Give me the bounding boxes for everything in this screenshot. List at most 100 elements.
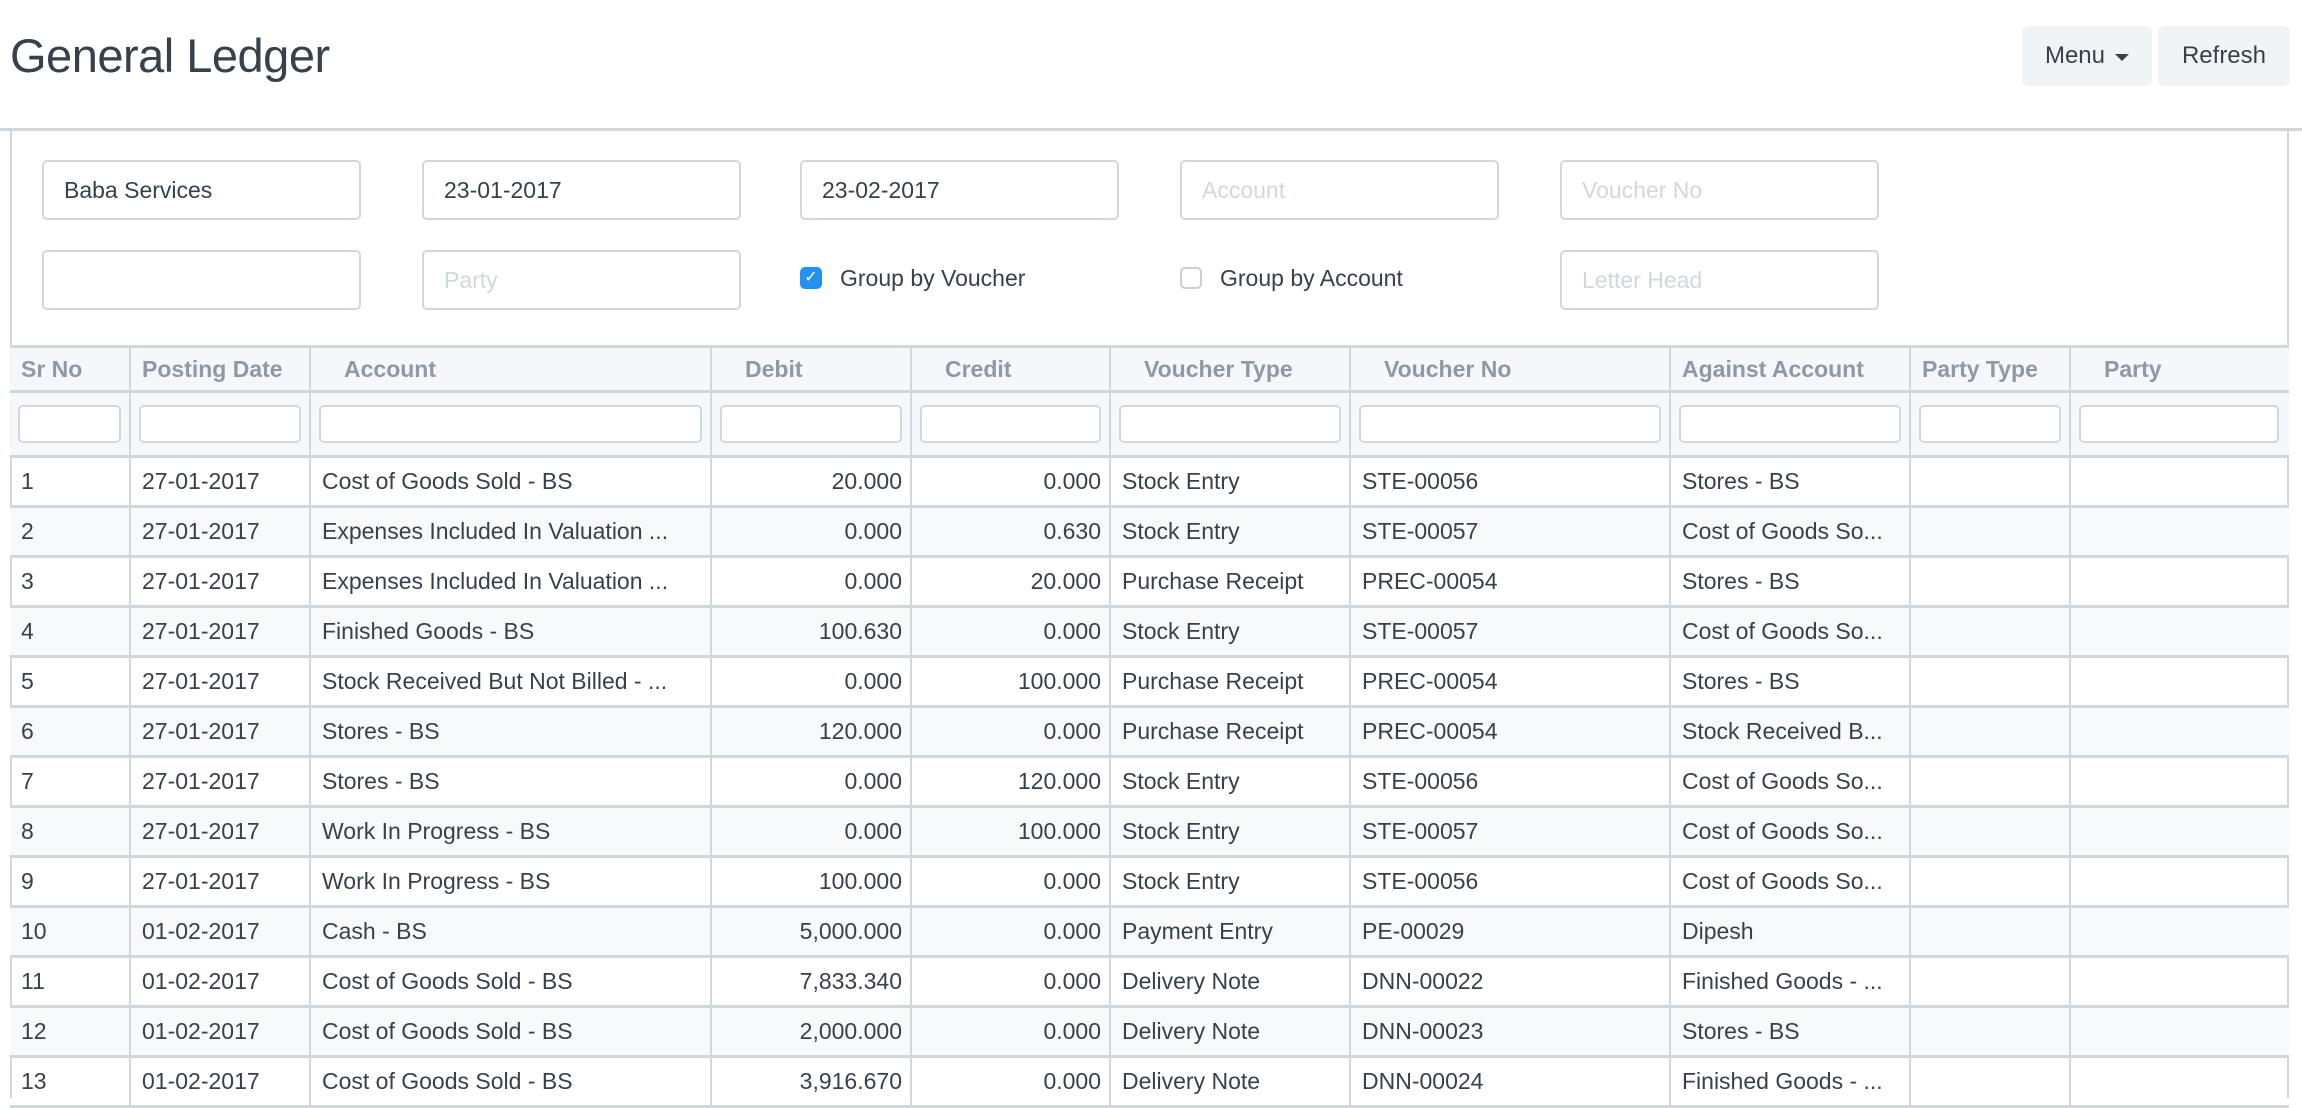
account-cell[interactable]: Stores - BS xyxy=(311,758,712,805)
against-account-cell: Stores - BS xyxy=(1671,1008,1911,1055)
party-field[interactable] xyxy=(422,250,741,310)
voucher-no-cell[interactable]: STE-00057 xyxy=(1351,808,1671,855)
voucher-type-filter-input[interactable] xyxy=(1119,405,1341,443)
credit-filter-input[interactable] xyxy=(920,405,1101,443)
group-by-account-checkbox[interactable]: Group by Account xyxy=(1180,258,1403,298)
posting-date-cell: 27-01-2017 xyxy=(131,608,311,655)
caret-down-icon xyxy=(2115,54,2130,61)
credit-cell: 100.000 xyxy=(912,658,1111,705)
table-row[interactable]: 7 27-01-2017 Stores - BS 0.000 120.000 S… xyxy=(10,758,2289,808)
account-cell[interactable]: Cost of Goods Sold - BS xyxy=(311,458,712,505)
sr-no-filter-input[interactable] xyxy=(18,405,121,443)
column-header-debit[interactable]: Debit xyxy=(712,348,912,390)
account-cell[interactable]: Finished Goods - BS xyxy=(311,608,712,655)
page-header: General Ledger Menu Refresh xyxy=(0,0,2302,131)
column-header-voucher-type[interactable]: Voucher Type xyxy=(1111,348,1351,390)
account-filter-input[interactable] xyxy=(319,405,702,443)
table-row[interactable]: 2 27-01-2017 Expenses Included In Valuat… xyxy=(10,508,2289,558)
voucher-no-cell[interactable]: STE-00057 xyxy=(1351,608,1671,655)
sr-no-cell: 9 xyxy=(10,858,131,905)
party-cell xyxy=(2071,508,2287,555)
party-type-filter-input[interactable] xyxy=(1919,405,2061,443)
credit-cell: 0.000 xyxy=(912,958,1111,1005)
table-row[interactable]: 3 27-01-2017 Expenses Included In Valuat… xyxy=(10,558,2289,608)
table-body: 1 27-01-2017 Cost of Goods Sold - BS 20.… xyxy=(10,458,2289,1108)
party-type-field[interactable] xyxy=(42,250,361,310)
table-row[interactable]: 5 27-01-2017 Stock Received But Not Bill… xyxy=(10,658,2289,708)
debit-filter-input[interactable] xyxy=(720,405,902,443)
account-cell[interactable]: Stores - BS xyxy=(311,708,712,755)
table-row[interactable]: 13 01-02-2017 Cost of Goods Sold - BS 3,… xyxy=(10,1058,2289,1108)
voucher-no-cell[interactable]: PREC-00054 xyxy=(1351,558,1671,605)
party-type-cell xyxy=(1911,808,2071,855)
account-cell[interactable]: Stock Received But Not Billed - ... xyxy=(311,658,712,705)
table-row[interactable]: 8 27-01-2017 Work In Progress - BS 0.000… xyxy=(10,808,2289,858)
menu-button[interactable]: Menu xyxy=(2022,26,2152,86)
voucher-type-cell: Stock Entry xyxy=(1111,458,1351,505)
table-row[interactable]: 12 01-02-2017 Cost of Goods Sold - BS 2,… xyxy=(10,1008,2289,1058)
posting-date-filter-input[interactable] xyxy=(139,405,301,443)
account-cell[interactable]: Cost of Goods Sold - BS xyxy=(311,1008,712,1055)
table-row[interactable]: 4 27-01-2017 Finished Goods - BS 100.630… xyxy=(10,608,2289,658)
voucher-no-cell[interactable]: PREC-00054 xyxy=(1351,708,1671,755)
posting-date-cell: 27-01-2017 xyxy=(131,808,311,855)
voucher-no-filter-input[interactable] xyxy=(1359,405,1661,443)
table-row[interactable]: 10 01-02-2017 Cash - BS 5,000.000 0.000 … xyxy=(10,908,2289,958)
voucher-no-cell[interactable]: DNN-00022 xyxy=(1351,958,1671,1005)
against-account-filter-input[interactable] xyxy=(1679,405,1901,443)
account-cell[interactable]: Work In Progress - BS xyxy=(311,858,712,905)
against-account-cell: Cost of Goods So... xyxy=(1671,508,1911,555)
table-row[interactable]: 9 27-01-2017 Work In Progress - BS 100.0… xyxy=(10,858,2289,908)
group-by-account-label: Group by Account xyxy=(1220,264,1403,291)
posting-date-cell: 27-01-2017 xyxy=(131,758,311,805)
letter-head-field[interactable] xyxy=(1560,250,1879,310)
refresh-button[interactable]: Refresh xyxy=(2158,26,2290,86)
party-filter-input[interactable] xyxy=(2079,405,2279,443)
voucher-no-cell[interactable]: STE-00057 xyxy=(1351,508,1671,555)
account-cell[interactable]: Cost of Goods Sold - BS xyxy=(311,958,712,1005)
column-header-credit[interactable]: Credit xyxy=(912,348,1111,390)
table-row[interactable]: 6 27-01-2017 Stores - BS 120.000 0.000 P… xyxy=(10,708,2289,758)
posting-date-cell: 01-02-2017 xyxy=(131,1008,311,1055)
posting-date-cell: 27-01-2017 xyxy=(131,658,311,705)
voucher-no-cell[interactable]: STE-00056 xyxy=(1351,458,1671,505)
account-cell[interactable]: Work In Progress - BS xyxy=(311,808,712,855)
checkbox-checked-icon[interactable]: ✓ xyxy=(800,267,822,289)
debit-cell: 100.630 xyxy=(712,608,912,655)
column-header-voucher-no[interactable]: Voucher No xyxy=(1351,348,1671,390)
filter-cell xyxy=(2071,393,2287,455)
debit-cell: 100.000 xyxy=(712,858,912,905)
against-account-cell: Stock Received B... xyxy=(1671,708,1911,755)
to-date-field[interactable] xyxy=(800,160,1119,220)
column-header-posting-date[interactable]: Posting Date xyxy=(131,348,311,390)
group-by-voucher-label: Group by Voucher xyxy=(840,264,1026,291)
voucher-no-cell[interactable]: PE-00029 xyxy=(1351,908,1671,955)
table-row[interactable]: 1 27-01-2017 Cost of Goods Sold - BS 20.… xyxy=(10,458,2289,508)
column-header-account[interactable]: Account xyxy=(311,348,712,390)
checkbox-unchecked-icon[interactable] xyxy=(1180,267,1202,289)
column-header-party-type[interactable]: Party Type xyxy=(1911,348,2071,390)
voucher-no-cell[interactable]: STE-00056 xyxy=(1351,758,1671,805)
filter-cell xyxy=(10,393,131,455)
account-cell[interactable]: Expenses Included In Valuation ... xyxy=(311,558,712,605)
account-cell[interactable]: Expenses Included In Valuation ... xyxy=(311,508,712,555)
voucher-no-cell[interactable]: STE-00056 xyxy=(1351,858,1671,905)
column-header-against-account[interactable]: Against Account xyxy=(1671,348,1911,390)
party-type-cell xyxy=(1911,858,2071,905)
sr-no-cell: 10 xyxy=(10,908,131,955)
posting-date-cell: 27-01-2017 xyxy=(131,508,311,555)
from-date-field[interactable] xyxy=(422,160,741,220)
account-field[interactable] xyxy=(1180,160,1499,220)
party-cell xyxy=(2071,758,2287,805)
voucher-no-cell[interactable]: PREC-00054 xyxy=(1351,658,1671,705)
column-header-party[interactable]: Party xyxy=(2071,348,2287,390)
group-by-voucher-checkbox[interactable]: ✓ Group by Voucher xyxy=(800,258,1025,298)
party-type-cell xyxy=(1911,758,2071,805)
account-cell[interactable]: Cash - BS xyxy=(311,908,712,955)
voucher-no-field[interactable] xyxy=(1560,160,1879,220)
table-row[interactable]: 11 01-02-2017 Cost of Goods Sold - BS 7,… xyxy=(10,958,2289,1008)
filter-cell xyxy=(712,393,912,455)
column-header-sr-no[interactable]: Sr No xyxy=(10,348,131,390)
voucher-no-cell[interactable]: DNN-00023 xyxy=(1351,1008,1671,1055)
company-field[interactable] xyxy=(42,160,361,220)
